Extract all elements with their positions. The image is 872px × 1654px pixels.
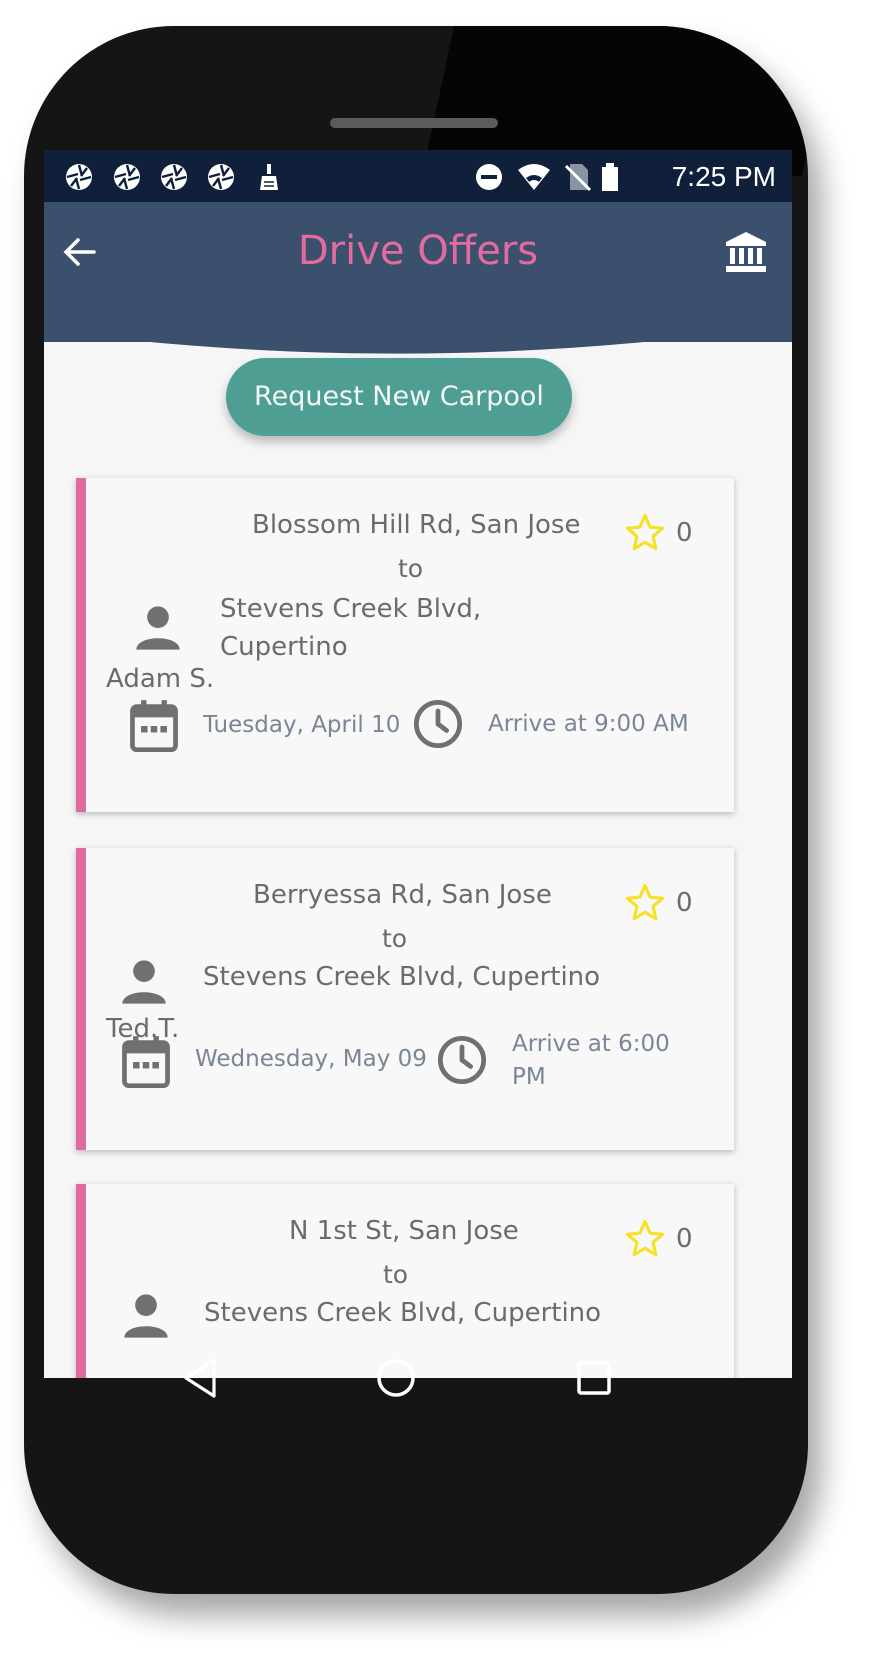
person-icon — [122, 960, 166, 1004]
person-icon — [136, 606, 180, 650]
offer-connector: to — [382, 924, 408, 953]
rating-count: 0 — [676, 518, 693, 548]
cleaner-icon — [260, 164, 278, 190]
phone-speaker — [330, 118, 498, 128]
recents-square-icon[interactable] — [574, 1358, 614, 1398]
driver-name: Adam S. — [106, 664, 215, 694]
aperture-icon — [161, 164, 187, 190]
aperture-icon — [208, 164, 234, 190]
calendar-icon — [130, 700, 178, 753]
rating-count: 0 — [676, 1224, 693, 1254]
clock-icon — [437, 1035, 487, 1085]
offer-date: Wednesday, May 09 — [195, 1046, 427, 1072]
offer-from: Blossom Hill Rd, San Jose — [252, 510, 581, 540]
system-nav-bar — [24, 1308, 808, 1594]
arrival-time-line1: Arrive at 6:00 — [512, 1031, 670, 1057]
offer-from: Berryessa Rd, San Jose — [253, 880, 552, 910]
offer-card[interactable]: Blossom Hill Rd, San Jose to Stevens Cre… — [76, 478, 734, 812]
home-circle-icon[interactable] — [374, 1356, 418, 1400]
clock-icon — [413, 699, 463, 749]
offer-destination-line1: Stevens Creek Blvd, Cupertino — [203, 962, 601, 992]
no-sim-icon — [564, 164, 592, 192]
offer-connector: to — [398, 554, 424, 583]
page-title: Drive Offers — [297, 228, 539, 274]
offer-date: Tuesday, April 10 — [203, 712, 401, 738]
driver-name: Ted.T. — [106, 1014, 180, 1044]
request-new-carpool-button[interactable]: Request New Carpool — [226, 358, 572, 436]
offer-from: N 1st St, San Jose — [289, 1216, 519, 1246]
arrival-time-line2: PM — [512, 1064, 546, 1090]
status-time: 7:25 PM — [671, 161, 776, 192]
back-triangle-icon[interactable] — [180, 1356, 220, 1400]
offer-card[interactable]: Berryessa Rd, San Jose to Stevens Creek … — [76, 848, 734, 1150]
offer-destination-line1: Stevens Creek Blvd, — [220, 594, 482, 624]
status-bar: 7:25 PM — [44, 150, 792, 202]
do-not-disturb-icon — [476, 164, 502, 190]
battery-icon — [602, 163, 618, 191]
phone-frame: 7:25 PM Drive Offers Request New Carpool… — [24, 26, 808, 1594]
star-icon[interactable] — [624, 512, 666, 554]
offer-destination-line2: Cupertino — [220, 632, 348, 662]
star-icon[interactable] — [624, 882, 666, 924]
bank-icon[interactable] — [724, 230, 768, 274]
app-screen: 7:25 PM Drive Offers Request New Carpool… — [44, 150, 792, 1378]
aperture-icon — [114, 164, 140, 190]
aperture-icon — [66, 164, 92, 190]
offer-connector: to — [383, 1260, 409, 1289]
rating-count: 0 — [676, 888, 693, 918]
arrival-time: Arrive at 9:00 AM — [488, 711, 689, 737]
star-icon[interactable] — [624, 1218, 666, 1260]
wifi-icon — [518, 164, 550, 190]
